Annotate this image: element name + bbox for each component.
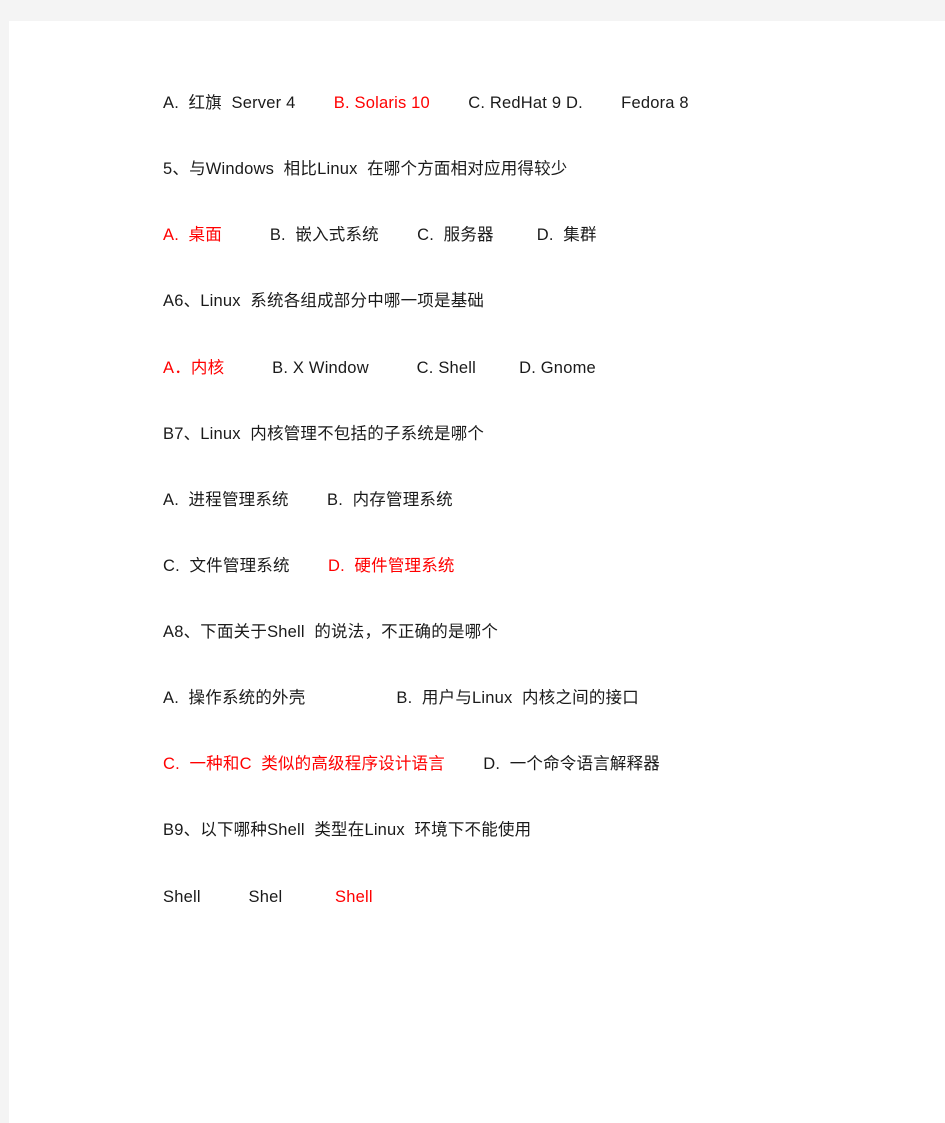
q9-stem-run-0: B9、以下哪种Shell 类型在Linux 环境下不能使用 xyxy=(163,821,532,840)
q5-options-run-2: B. 嵌入式系统 xyxy=(269,226,379,245)
q8-options-ab-run-0: A. 操作系统的外壳 xyxy=(163,689,306,708)
q6-options: A．内核 B. X Window C. Shell D. Gnome xyxy=(163,358,903,379)
q7-options-cd-run-2: D. 硬件管理系统 xyxy=(327,556,455,575)
q4-options-run-2: B. Solaris 10 xyxy=(333,94,430,112)
q9-options-run-2: Shel xyxy=(248,887,283,906)
q5-options-run-0: A. 桌面 xyxy=(163,226,222,245)
q5-options-run-4: C. 服务器 xyxy=(417,226,494,245)
q6-options-run-3 xyxy=(369,359,417,377)
document-text-body: A. 红旗 Server 4 B. Solaris 10 C. RedHat 9… xyxy=(163,93,903,907)
q6-stem: A6、Linux 系统各组成部分中哪一项是基础 xyxy=(163,291,903,312)
q9-options-run-0: Shell xyxy=(163,887,201,906)
q7-options-ab-run-0: A. 进程管理系统 xyxy=(163,490,289,509)
q7-options-cd-run-1 xyxy=(290,557,328,575)
q8-stem: A8、下面关于Shell 的说法，不正确的是哪个 xyxy=(163,622,903,643)
q6-options-run-1 xyxy=(224,359,272,377)
q4-options-run-1 xyxy=(296,94,334,112)
q9-options-run-3 xyxy=(282,888,335,906)
q6-stem-run-0: A6、Linux 系统各组成部分中哪一项是基础 xyxy=(163,292,485,311)
q7-stem-run-0: B7、Linux 内核管理不包括的子系统是哪个 xyxy=(163,424,485,443)
q8-options-ab-run-2: B. 用户与Linux 内核之间的接口 xyxy=(396,689,639,708)
q5-options: A. 桌面 B. 嵌入式系统 C. 服务器 D. 集群 xyxy=(163,225,903,246)
q6-options-run-4: C. Shell xyxy=(416,358,477,377)
q8-options-cd-run-2: D. 一个命令语言解释器 xyxy=(483,755,661,774)
q5-stem: 5、与Windows 相比Linux 在哪个方面相对应用得较少 xyxy=(163,159,903,180)
q8-options-cd: C. 一种和C 类似的高级程序设计语言 D. 一个命令语言解释器 xyxy=(163,754,903,775)
q8-options-ab: A. 操作系统的外壳 B. 用户与Linux 内核之间的接口 xyxy=(163,688,903,709)
q5-options-run-6: D. 集群 xyxy=(536,226,597,245)
q4-options-run-3 xyxy=(430,94,468,112)
q9-options-run-4: Shell xyxy=(335,887,373,906)
q4-options-run-4: C. RedHat 9 D. Fedora 8 xyxy=(468,94,689,112)
q7-options-ab: A. 进程管理系统 B. 内存管理系统 xyxy=(163,490,903,511)
q7-options-ab-run-1 xyxy=(289,491,327,509)
q5-options-run-5 xyxy=(494,226,537,244)
q9-stem: B9、以下哪种Shell 类型在Linux 环境下不能使用 xyxy=(163,820,903,841)
q6-options-run-6: D. Gnome xyxy=(519,358,596,377)
q8-options-ab-run-1 xyxy=(305,689,396,707)
q8-options-cd-run-0: C. 一种和C 类似的高级程序设计语言 xyxy=(163,755,445,774)
q8-stem-run-0: A8、下面关于Shell 的说法，不正确的是哪个 xyxy=(163,623,499,641)
q7-stem: B7、Linux 内核管理不包括的子系统是哪个 xyxy=(163,424,903,445)
q6-options-run-0: A．内核 xyxy=(163,358,225,377)
q5-options-run-1 xyxy=(222,226,270,244)
q6-options-run-5 xyxy=(476,359,519,377)
q7-options-cd-run-0: C. 文件管理系统 xyxy=(163,556,290,575)
q5-stem-run-0: 5、与Windows 相比Linux 在哪个方面相对应用得较少 xyxy=(163,160,568,179)
q9-options: Shell Shel Shell xyxy=(163,887,903,908)
q4-options: A. 红旗 Server 4 B. Solaris 10 C. RedHat 9… xyxy=(163,93,903,114)
q8-options-cd-run-1 xyxy=(445,755,483,773)
q7-options-ab-run-2: B. 内存管理系统 xyxy=(327,490,453,509)
q5-options-run-3 xyxy=(379,226,417,244)
q7-options-cd: C. 文件管理系统 D. 硬件管理系统 xyxy=(163,556,903,577)
q4-options-run-0: A. 红旗 Server 4 xyxy=(163,94,296,112)
q9-options-run-1 xyxy=(201,888,249,906)
q6-options-run-2: B. X Window xyxy=(272,358,369,377)
document-page: A. 红旗 Server 4 B. Solaris 10 C. RedHat 9… xyxy=(9,21,945,1123)
